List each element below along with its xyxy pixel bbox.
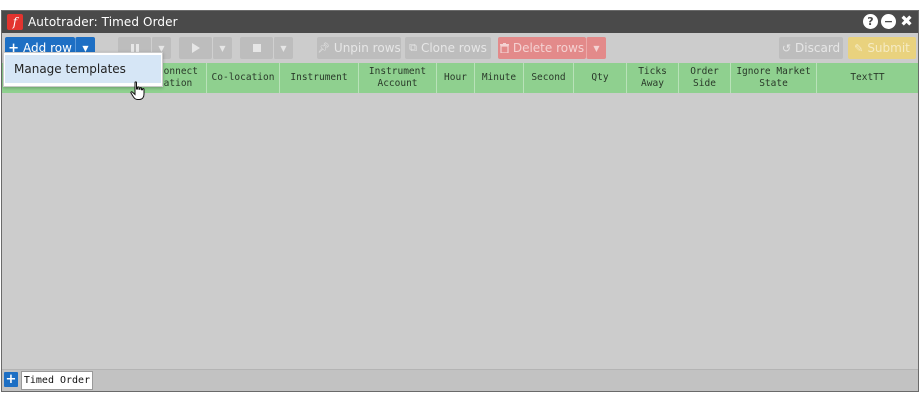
hand-cursor-icon bbox=[130, 81, 145, 100]
submit-button[interactable]: ✎ Submit bbox=[848, 37, 916, 59]
discard-label: Discard bbox=[795, 41, 841, 55]
stop-icon bbox=[252, 44, 261, 52]
stop-button[interactable] bbox=[240, 37, 273, 59]
delete-rows-button[interactable]: Delete rows bbox=[498, 37, 586, 59]
submit-label: Submit bbox=[867, 41, 910, 55]
close-icon[interactable]: ✖ bbox=[899, 14, 914, 29]
help-icon[interactable]: ? bbox=[863, 14, 878, 29]
caret-down-icon: ▼ bbox=[219, 43, 226, 53]
pencil-icon: ✎ bbox=[854, 41, 864, 55]
unpin-rows-button[interactable]: 📌︎ Unpin rows bbox=[317, 37, 401, 59]
delete-rows-dropdown-button[interactable]: ▼ bbox=[586, 37, 606, 59]
column-header-hour[interactable]: Hour bbox=[437, 63, 475, 93]
menu-item-manage-templates[interactable]: Manage templates bbox=[5, 55, 161, 83]
play-button[interactable] bbox=[179, 37, 212, 59]
column-header-texttt[interactable]: TextTT bbox=[817, 63, 918, 93]
delete-rows-label: Delete rows bbox=[512, 41, 585, 55]
column-header-second[interactable]: Second bbox=[524, 63, 574, 93]
window-title: Autotrader: Timed Order bbox=[28, 15, 178, 29]
play-dropdown-button[interactable]: ▼ bbox=[212, 37, 232, 59]
tab-timed-order[interactable]: Timed Order bbox=[21, 371, 93, 390]
caret-down-icon: ▼ bbox=[593, 43, 600, 53]
column-header-instrument-account[interactable]: Instrument Account bbox=[359, 63, 437, 93]
title-bar: 𝑓 Autotrader: Timed Order ? − ✖ bbox=[2, 11, 918, 33]
column-header-ignore-market-state[interactable]: Ignore Market State bbox=[731, 63, 817, 93]
window-controls: ? − ✖ bbox=[863, 14, 914, 29]
clone-rows-label: Clone rows bbox=[420, 41, 487, 55]
column-header-ticks-away[interactable]: Ticks Away bbox=[627, 63, 679, 93]
minimize-icon[interactable]: − bbox=[881, 14, 896, 29]
app-logo-icon: 𝑓 bbox=[7, 14, 23, 30]
clone-rows-button[interactable]: ⧉ Clone rows bbox=[405, 37, 491, 59]
pin-icon: 📌︎ bbox=[317, 42, 330, 54]
column-header-instrument[interactable]: Instrument bbox=[280, 63, 359, 93]
discard-button[interactable]: ↺ Discard bbox=[779, 37, 843, 59]
add-tab-button[interactable]: + bbox=[4, 372, 18, 387]
column-header-qty[interactable]: Qty bbox=[574, 63, 627, 93]
column-header-order-side[interactable]: Order Side bbox=[679, 63, 731, 93]
column-header-co-location[interactable]: Co-location bbox=[207, 63, 280, 93]
unpin-rows-label: Unpin rows bbox=[333, 41, 401, 55]
stop-dropdown-button[interactable]: ▼ bbox=[273, 37, 293, 59]
caret-down-icon: ▼ bbox=[280, 43, 287, 53]
play-icon bbox=[191, 43, 200, 53]
column-header-minute[interactable]: Minute bbox=[475, 63, 524, 93]
tab-bar: + Timed Order bbox=[2, 369, 918, 391]
undo-icon: ↺ bbox=[781, 41, 792, 55]
copy-icon: ⧉ bbox=[409, 41, 417, 54]
trash-icon bbox=[499, 43, 509, 53]
